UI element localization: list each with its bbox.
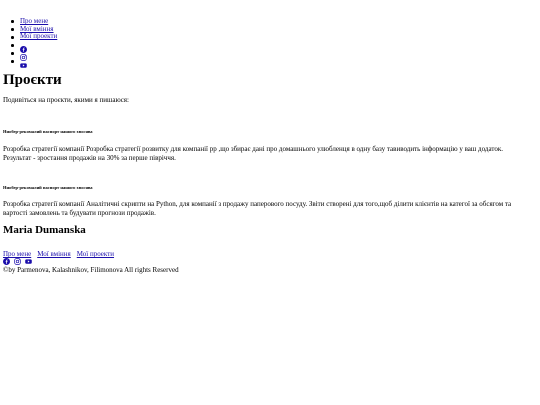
list-bullet bbox=[11, 36, 14, 39]
project-description: Розробка стратегії компанії Розробка стр… bbox=[3, 145, 504, 162]
footer-name: Maria Dumanska bbox=[3, 224, 86, 236]
nav-link-about[interactable]: Про мене bbox=[20, 17, 48, 25]
intro-text: Подивіться на проєкти, якими я пишаюся: bbox=[3, 96, 129, 104]
nav-link-projects[interactable]: Мої проекти bbox=[20, 32, 57, 40]
copyright: ©by Parmenova, Kalashnikov, Filimonova A… bbox=[3, 266, 179, 274]
project-description: Розробка стратегії компанії Аналітичні с… bbox=[3, 200, 512, 217]
list-bullet bbox=[11, 44, 14, 47]
list-bullet bbox=[11, 60, 14, 63]
list-bullet bbox=[11, 28, 14, 31]
footer-link-projects[interactable]: Мої проекти bbox=[77, 250, 114, 258]
page-title: Проєкти bbox=[3, 72, 62, 88]
list-bullet bbox=[11, 52, 14, 55]
list-bullet bbox=[11, 20, 14, 23]
footer-link-skills[interactable]: Мої вміння bbox=[37, 250, 71, 258]
project-title: Ниобер-рекомалий паспорт нашого хвосява bbox=[3, 129, 93, 134]
project-title: Ниобер-рекомалий паспорт нашого хвосява bbox=[3, 185, 93, 190]
